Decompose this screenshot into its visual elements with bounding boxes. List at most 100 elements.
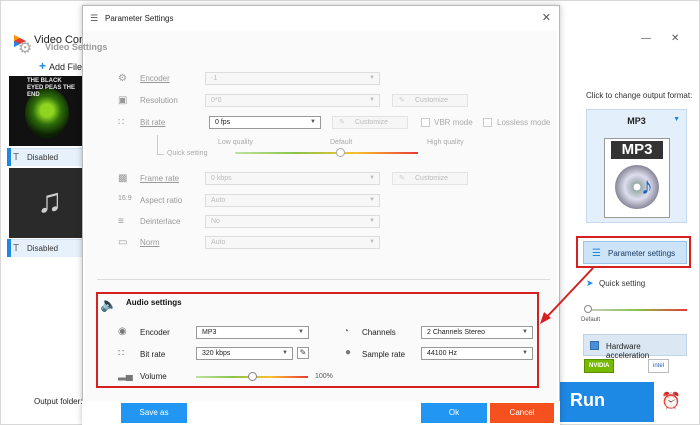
minimize-icon[interactable]: —	[641, 33, 651, 44]
subtitle-bar[interactable]: T Disabled	[9, 239, 86, 257]
audio-highlight-box	[96, 292, 539, 388]
selection-marker	[7, 239, 11, 257]
aspect-ratio-icon: 16:9	[118, 195, 132, 202]
quality-slider-knob[interactable]	[336, 148, 345, 157]
lossless-mode-checkbox[interactable]	[483, 118, 492, 127]
checkbox[interactable]	[590, 341, 599, 350]
subtitle-label: Disabled	[27, 244, 59, 253]
resolution-icon: ▣	[118, 95, 128, 106]
norm-label[interactable]: Norm	[140, 238, 160, 247]
subtitle-label: Disabled	[27, 153, 59, 162]
chevron-down-icon: ▼	[310, 119, 316, 125]
deinterlace-select[interactable]: No ▼	[205, 215, 380, 228]
thumb-text: THE BLACK EYED PEAS THE END	[27, 78, 76, 98]
triangle-down-icon: ▼	[673, 116, 680, 123]
output-format-selector[interactable]: MP3 ▼ MP3 ♪	[586, 109, 687, 223]
select-value: Auto	[211, 239, 226, 246]
frame-rate-label[interactable]: Frame rate	[140, 174, 179, 183]
bitrate-label[interactable]: Bit rate	[140, 118, 165, 127]
frame-rate-customize-button[interactable]: ✎ Customize	[392, 172, 468, 185]
output-format-name: MP3	[627, 116, 646, 126]
quality-slider-track[interactable]	[235, 152, 418, 154]
video-bitrate-select[interactable]: 0 fps ▼	[209, 116, 321, 129]
red-arrow-icon	[540, 267, 594, 324]
deinterlace-label: Deinterlace	[140, 217, 181, 226]
encoder-icon: ⚙	[118, 73, 127, 84]
add-files-button[interactable]: + Add Files	[39, 59, 87, 73]
resolution-select[interactable]: 0*0 ▼	[205, 94, 380, 107]
high-quality-label: High quality	[427, 139, 464, 146]
video-settings-title: Video Settings	[45, 42, 108, 52]
select-value: 0 fps	[215, 119, 231, 126]
cancel-button[interactable]: Cancel	[490, 403, 554, 423]
deinterlace-icon: ≡	[118, 216, 124, 227]
audio-thumbnail[interactable]: ♫	[9, 168, 86, 238]
bitrate-icon: ∷	[118, 117, 125, 128]
norm-select[interactable]: Auto ▼	[205, 236, 380, 249]
chevron-down-icon: ▼	[369, 97, 375, 103]
music-note-icon: ♪	[641, 173, 653, 200]
tree-connector	[157, 135, 164, 155]
dialog-title: Parameter Settings	[105, 14, 174, 23]
chevron-down-icon: ▼	[369, 75, 375, 81]
norm-icon: ▭	[118, 237, 128, 248]
vbr-mode-checkbox[interactable]	[421, 118, 430, 127]
sliders-icon: ☰	[90, 13, 99, 23]
resolution-label: Resolution	[140, 96, 178, 105]
selection-marker	[7, 148, 11, 166]
pencil-icon: ✎	[339, 119, 345, 126]
video-encoder-select[interactable]: -1 ▼	[205, 72, 380, 85]
chevron-down-icon: ▼	[369, 239, 375, 245]
bitrate-customize-button[interactable]: ✎ Customize	[332, 116, 408, 129]
nvidia-chip[interactable]: NVIDIA	[584, 359, 615, 373]
select-value: No	[211, 218, 220, 225]
pencil-icon: ✎	[399, 97, 405, 104]
run-label: Run	[570, 390, 605, 410]
close-icon[interactable]: ✕	[671, 33, 679, 44]
chevron-down-icon: ▼	[369, 218, 375, 224]
frame-rate-select[interactable]: 0 kbps ▼	[205, 172, 380, 185]
low-quality-label: Low quality	[218, 139, 254, 146]
customize-label: Customize	[415, 97, 449, 104]
output-format-label: Click to change output format:	[586, 91, 693, 100]
intel-chip[interactable]: intel	[648, 359, 670, 373]
select-value: 0*0	[211, 97, 222, 104]
quick-setting-label: Quick setting	[167, 150, 208, 157]
save-as-button[interactable]: Save as	[121, 403, 187, 423]
select-value: -1	[211, 75, 218, 82]
music-note-icon: ♫	[37, 182, 63, 220]
text-icon: T	[13, 243, 20, 254]
alarm-clock-icon[interactable]: ⏰	[661, 391, 681, 411]
hardware-acceleration-toggle[interactable]: Hardware acceleration	[583, 334, 687, 360]
customize-label: Customize	[355, 119, 389, 126]
output-folder-label: Output folder:	[34, 397, 83, 406]
quick-setting-slider[interactable]	[585, 309, 687, 311]
run-button[interactable]: Run	[560, 382, 654, 422]
quick-setting-label: Quick setting	[599, 279, 646, 288]
resolution-customize-button[interactable]: ✎ Customize	[392, 94, 468, 107]
default-quality-label: Default	[330, 139, 353, 146]
mp3-badge: MP3	[611, 141, 663, 159]
select-value: 0 kbps	[211, 175, 232, 182]
video-thumbnail[interactable]: THE BLACK EYED PEAS THE END	[9, 76, 86, 146]
video-settings-icon: ⚙	[18, 40, 33, 57]
lossless-mode-label: Lossless mode	[497, 118, 551, 127]
section-divider	[97, 279, 550, 280]
hardware-acceleration-label: Hardware acceleration	[606, 342, 650, 360]
ok-button[interactable]: Ok	[421, 403, 487, 423]
aspect-ratio-select[interactable]: Auto ▼	[205, 194, 380, 207]
text-icon: T	[13, 152, 20, 163]
close-icon[interactable]: ✕	[542, 11, 551, 24]
mp3-format-icon: MP3 ♪	[604, 138, 670, 218]
chevron-down-icon: ▼	[369, 175, 375, 181]
frame-rate-icon: ▩	[118, 173, 128, 184]
subtitle-bar[interactable]: T Disabled	[9, 148, 86, 166]
vbr-mode-label: VBR mode	[434, 118, 473, 127]
add-files-label: Add Files	[49, 62, 87, 72]
encoder-label[interactable]: Encoder	[140, 74, 170, 83]
customize-label: Customize	[415, 175, 449, 182]
pencil-icon: ✎	[399, 175, 405, 182]
select-value: Auto	[211, 197, 226, 204]
plus-icon: +	[39, 59, 47, 73]
aspect-ratio-label: Aspect ratio	[140, 196, 183, 205]
